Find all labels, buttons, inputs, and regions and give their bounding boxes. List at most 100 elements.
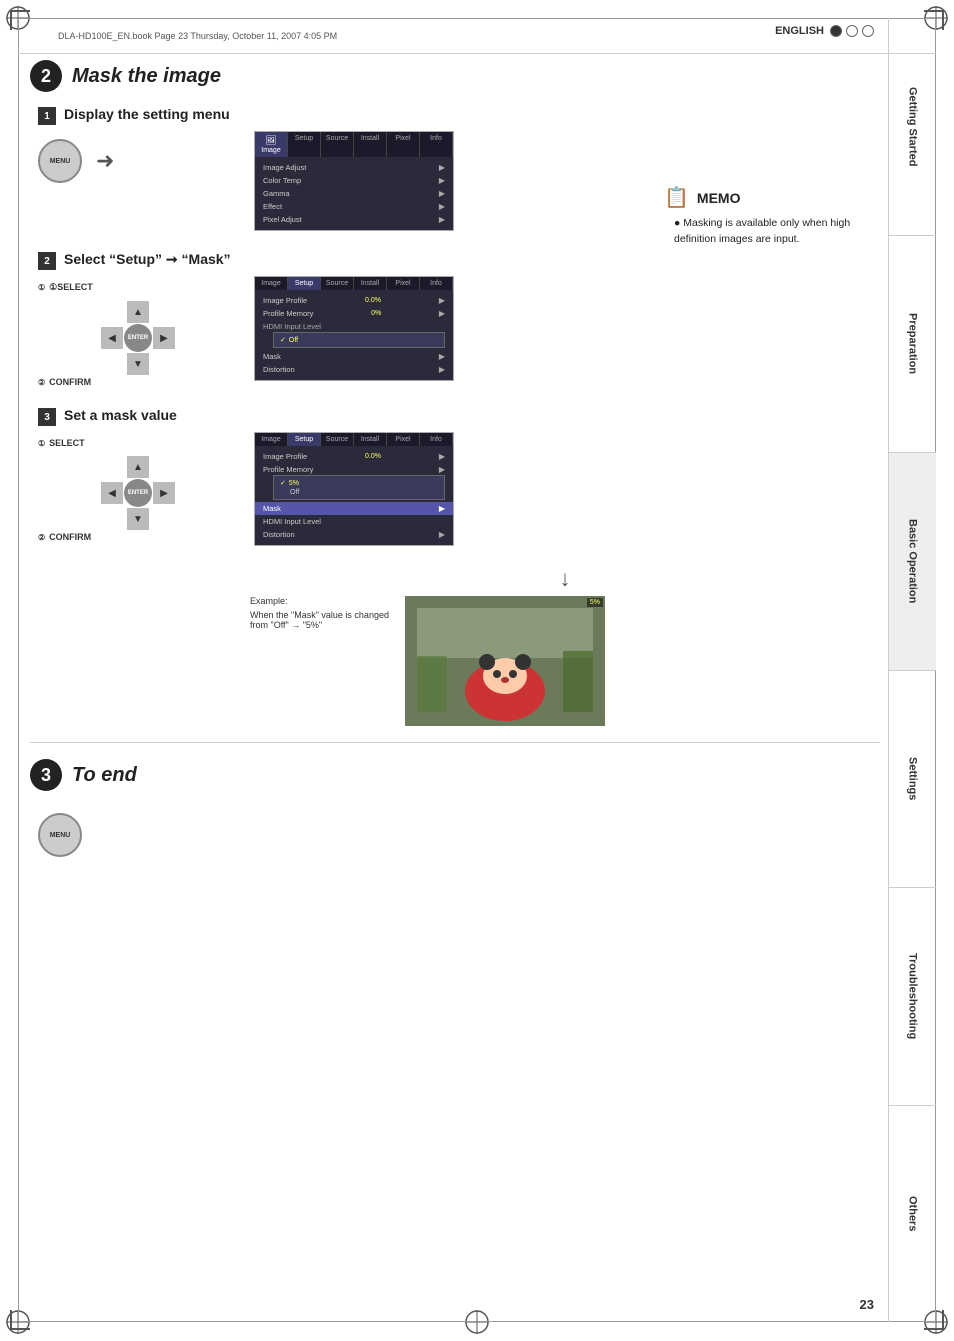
menu-button-1[interactable]: MENU (38, 139, 82, 183)
main-content: 2 Mask the image 1 Display the setting m… (30, 60, 880, 877)
menu-item-pixel-adjust: Pixel Adjust▶ (255, 213, 453, 226)
sidebar-others: Others (889, 1106, 936, 1323)
example-caption-block: Example: When the "Mask" value is change… (250, 596, 389, 634)
substep2-right: Image Setup Source Install Pixel Info Im… (254, 276, 880, 381)
substep2-title: Select “Setup” ➞ “Mask” (64, 251, 231, 268)
substep3-content: ①SELECT ▲ ◀ ENTER ▶ (38, 432, 880, 546)
menu-tab-img-2: Image (255, 277, 288, 290)
menu-button-3[interactable]: MENU (38, 813, 82, 857)
menu-tab-source-3: Source (321, 433, 354, 446)
menu-item-image-profile-2: Image Profile0.0%▶ (255, 294, 453, 307)
step3-header: 3 To end (30, 759, 880, 791)
step2-title: Mask the image (72, 65, 221, 88)
sidebar-basic-operation: Basic Operation (889, 453, 936, 671)
menu-item-distortion-2: Distortion▶ (255, 363, 453, 376)
remote-area-1: MENU ➜ (38, 139, 238, 183)
circle-empty-2 (862, 25, 874, 37)
dpad-left-2[interactable]: ◀ (101, 327, 123, 349)
menu-tabs-2: Image Setup Source Install Pixel Info (255, 277, 453, 290)
menu-item-effect: Effect▶ (255, 200, 453, 213)
sidebar-settings: Settings (889, 671, 936, 889)
photo-svg (405, 596, 605, 726)
dpad-3: ▲ ◀ ENTER ▶ ▼ (38, 456, 238, 530)
menu-tab-pixel-2: Pixel (387, 277, 420, 290)
dropdown-off-3: Off (274, 488, 444, 497)
menu-tab-info-1: Info (420, 132, 453, 157)
menu-panel-2: Image Setup Source Install Pixel Info Im… (254, 276, 454, 381)
substep1: 1 Display the setting menu (38, 106, 880, 125)
down-arrow: ↓ (250, 566, 880, 592)
dpad-down-2[interactable]: ▼ (127, 353, 149, 375)
dpad-enter-3[interactable]: ENTER (124, 479, 152, 507)
substep1-content: MENU ➜ 🖼 Image Setup Source Install Pixe… (38, 131, 880, 231)
menu-item-mask-2: Mask▶ (255, 350, 453, 363)
menu-tab-install-1: Install (354, 132, 387, 157)
menu-item-gamma: Gamma▶ (255, 187, 453, 200)
dpad-right-2[interactable]: ▶ (153, 327, 175, 349)
substep3-num: 3 (38, 408, 56, 426)
step3-circle: 3 (30, 759, 62, 791)
menu-items-2: Image Profile0.0%▶ Profile Memory0%▶ HDM… (255, 290, 453, 380)
substep2-num: 2 (38, 252, 56, 270)
dpad-enter-2[interactable]: ENTER (124, 324, 152, 352)
select-label-2: ①①SELECT (38, 282, 238, 293)
language-label: ENGLISH (775, 25, 874, 37)
file-info: DLA-HD100E_EN.book Page 23 Thursday, Oct… (58, 31, 337, 41)
substep1-right: 🖼 Image Setup Source Install Pixel Info … (254, 131, 880, 231)
circle-filled (830, 25, 842, 37)
substep2: 2 Select “Setup” ➞ “Mask” (38, 251, 880, 270)
example-label: Example: (250, 596, 389, 606)
substep3-right: Image Setup Source Install Pixel Info Im… (254, 432, 880, 546)
step2-circle: 2 (30, 60, 62, 92)
menu-item-hdmi-2: HDMI Input Level ✓Off (255, 320, 453, 350)
dpad-up-2[interactable]: ▲ (127, 301, 149, 323)
step3-title: To end (72, 764, 137, 787)
menu-tabs-3: Image Setup Source Install Pixel Info (255, 433, 453, 446)
menu-tab-setup-2: Setup (288, 277, 321, 290)
example-photo: 5% (405, 596, 605, 726)
menu-item-hdmi-level-3: HDMI Input Level (255, 515, 453, 528)
menu-tab-img-3: Image (255, 433, 288, 446)
menu-tab-img-1: 🖼 Image (255, 132, 288, 157)
photo-corner-label: 5% (587, 598, 603, 607)
dpad-left-3[interactable]: ◀ (101, 482, 123, 504)
dpad-down-3[interactable]: ▼ (127, 508, 149, 530)
menu-tab-setup-1: Setup (288, 132, 321, 157)
menu-items-3: Image Profile0.0%▶ Profile Memory▶ ✓5% (255, 446, 453, 545)
menu-item-profile-memory-2: Profile Memory0%▶ (255, 307, 453, 320)
remote-area-3: MENU (38, 813, 238, 857)
step2-header: 2 Mask the image (30, 60, 880, 92)
menu-items-1: Image Adjust▶ Color Temp▶ Gamma▶ Effect▶… (255, 157, 453, 230)
step3-left: MENU (38, 805, 238, 857)
language-circles (830, 25, 874, 37)
confirm-label-3: ②CONFIRM (38, 532, 238, 542)
right-sidebar: Getting Started Preparation Basic Operat… (888, 18, 936, 1322)
menu-item-image-adjust: Image Adjust▶ (255, 161, 453, 174)
dpad-up-3[interactable]: ▲ (127, 456, 149, 478)
sidebar-getting-started: Getting Started (889, 18, 936, 236)
substep2-content: ①①SELECT ▲ ◀ ENTER ▶ (38, 276, 880, 387)
menu-tab-pixel-3: Pixel (387, 433, 420, 446)
section-divider (30, 742, 880, 743)
menu-item-color-temp: Color Temp▶ (255, 174, 453, 187)
dpad-2: ▲ ◀ ENTER ▶ ▼ (38, 301, 238, 375)
substep1-num: 1 (38, 107, 56, 125)
menu-tab-setup-3: Setup (288, 433, 321, 446)
menu-tab-install-3: Install (354, 433, 387, 446)
example-caption: When the "Mask" value is changed from "O… (250, 610, 389, 630)
confirm-label-2: ②CONFIRM (38, 377, 238, 387)
arrow-right-1: ➜ (96, 148, 114, 174)
menu-tab-source-2: Source (321, 277, 354, 290)
menu-item-image-profile-3: Image Profile0.0%▶ (255, 450, 453, 463)
menu-panel-3: Image Setup Source Install Pixel Info Im… (254, 432, 454, 546)
substep3: 3 Set a mask value (38, 407, 880, 426)
substep1-left: MENU ➜ (38, 131, 238, 183)
menu-tab-info-3: Info (420, 433, 453, 446)
circle-empty-1 (846, 25, 858, 37)
example-section: ↓ Example: When the "Mask" value is chan… (250, 566, 880, 726)
menu-tab-info-2: Info (420, 277, 453, 290)
dpad-right-3[interactable]: ▶ (153, 482, 175, 504)
menu-tabs-1: 🖼 Image Setup Source Install Pixel Info (255, 132, 453, 157)
substep3-left: ①SELECT ▲ ◀ ENTER ▶ (38, 432, 238, 542)
sidebar-troubleshooting: Troubleshooting (889, 888, 936, 1106)
